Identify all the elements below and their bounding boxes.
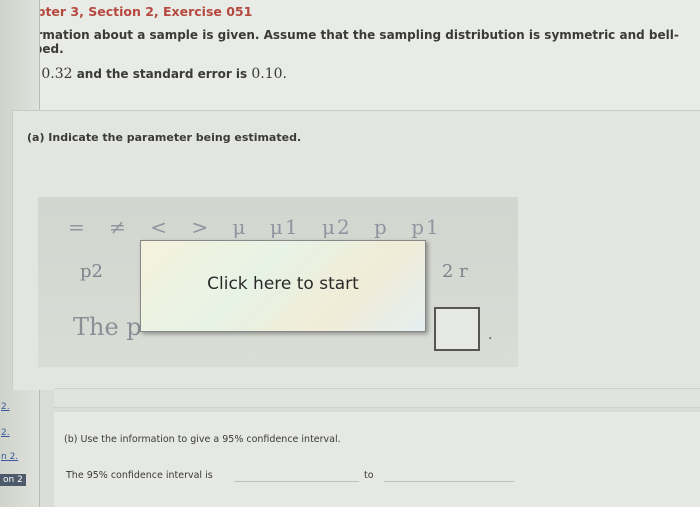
chapter-title: Chapter 3, Section 2, Exercise 051 xyxy=(10,4,253,19)
ci-lower-input[interactable] xyxy=(234,468,359,482)
part-b-question: (b) Use the information to give a 95% co… xyxy=(64,434,341,445)
ci-to-text: to xyxy=(364,470,374,481)
nav-link-3[interactable]: n 2. xyxy=(0,451,18,463)
confidence-interval-label: The 95% confidence interval is xyxy=(66,470,213,481)
exercise-header: Chapter 3, Section 2, Exercise 051 Infor… xyxy=(0,0,700,110)
click-to-start-label: Click here to start xyxy=(207,274,359,294)
part-b-panel: (b) Use the information to give a 95% co… xyxy=(54,412,700,507)
sample-statistic: p = 0.32 and the standard error is 0.10. xyxy=(12,56,287,82)
symbol-p1[interactable]: p1 xyxy=(411,215,441,239)
standard-error-value: 0.10. xyxy=(251,66,287,82)
click-to-start-overlay[interactable]: Click here to start xyxy=(140,240,426,332)
symbol-p2[interactable]: p2 xyxy=(80,261,103,282)
section-divider xyxy=(54,388,700,408)
symbol-equals[interactable]: = xyxy=(68,215,87,239)
parameter-answer-box[interactable] xyxy=(434,307,480,351)
answer-prefix-text: The p xyxy=(73,313,142,341)
symbol-r[interactable]: 2 r xyxy=(442,261,468,282)
symbol-mu[interactable]: μ xyxy=(233,215,248,239)
stat-connector-text: and the standard error is xyxy=(76,67,252,81)
nav-link-2[interactable]: 2. xyxy=(0,427,10,439)
symbol-row: = ≠ < > μ μ1 μ2 p p1 xyxy=(68,215,455,239)
symbol-mu2[interactable]: μ2 xyxy=(322,215,352,239)
symbol-p[interactable]: p xyxy=(374,215,389,239)
symbol-less-than[interactable]: < xyxy=(150,215,169,239)
ci-upper-input[interactable] xyxy=(384,468,514,482)
nav-link-1[interactable]: 2. xyxy=(0,401,10,413)
symbol-mu1[interactable]: μ1 xyxy=(270,215,300,239)
symbol-greater-than[interactable]: > xyxy=(191,215,210,239)
answer-period: . xyxy=(488,327,493,343)
problem-intro: Information about a sample is given. Ass… xyxy=(10,28,679,56)
part-a-question: (a) Indicate the parameter being estimat… xyxy=(27,131,302,144)
symbol-not-equal[interactable]: ≠ xyxy=(109,215,128,239)
nav-link-current[interactable]: on 2 xyxy=(0,474,26,486)
